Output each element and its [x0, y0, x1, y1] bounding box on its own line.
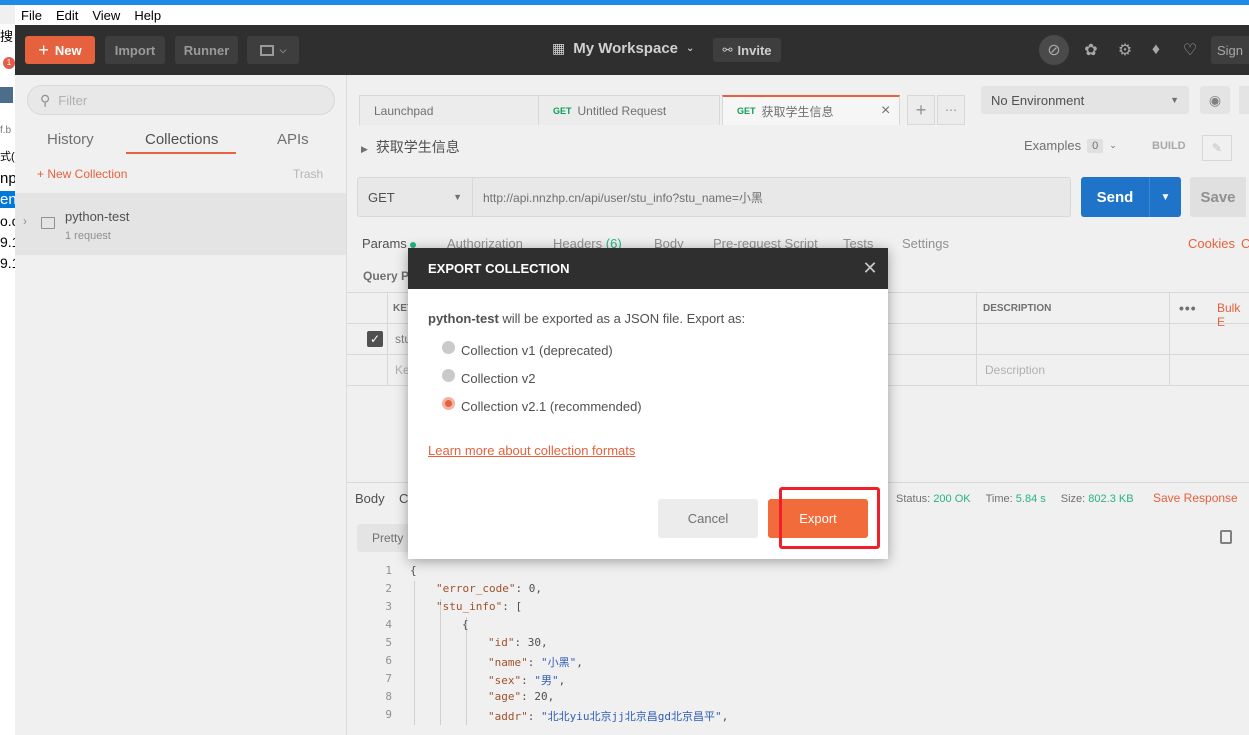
modal-title: EXPORT COLLECTION [408, 248, 888, 289]
radio-circle[interactable] [442, 341, 455, 354]
message-text: will be exported as a JSON file. Export … [498, 311, 746, 326]
bg-fragment: 搜 [0, 29, 14, 44]
bg-fragment: en [0, 191, 15, 208]
radio-collection-v1[interactable]: Collection v1 (deprecated) [442, 341, 613, 358]
radio-collection-v2[interactable]: Collection v2 [442, 369, 536, 386]
menu-edit[interactable]: Edit [56, 8, 78, 23]
menu-view[interactable]: View [92, 8, 120, 23]
radio-collection-v2-1[interactable]: Collection v2.1 (recommended) [442, 397, 642, 414]
highlight-annotation-box [779, 487, 880, 549]
bg-fragment: 9.1 [0, 255, 15, 271]
bg-fragment: np [0, 170, 15, 187]
radio-label: Collection v1 (deprecated) [461, 343, 613, 358]
radio-circle-selected[interactable] [442, 397, 455, 410]
menu-help[interactable]: Help [134, 8, 161, 23]
bg-fragment: 式( [0, 151, 15, 163]
cancel-button[interactable]: Cancel [658, 499, 758, 538]
bg-fragment: 9.1 [0, 234, 15, 250]
radio-label: Collection v2.1 (recommended) [461, 399, 642, 414]
collection-name: python-test [428, 311, 499, 326]
menubar: File Edit View Help [15, 5, 1249, 25]
bg-fragment: f.b [0, 125, 12, 136]
radio-label: Collection v2 [461, 371, 536, 386]
bg-thumbnail [0, 87, 13, 103]
modal-message: python-test will be exported as a JSON f… [428, 311, 745, 326]
bg-fragment: o.c [0, 213, 15, 229]
close-icon[interactable]: ✕ [860, 258, 880, 278]
notification-badge: 1 [3, 57, 15, 69]
menu-file[interactable]: File [21, 8, 42, 23]
radio-circle[interactable] [442, 369, 455, 382]
learn-more-link[interactable]: Learn more about collection formats [428, 443, 635, 458]
background-window-strip: 搜 1 f.b 式( np en o.c 9.1 9.1 [0, 24, 15, 735]
